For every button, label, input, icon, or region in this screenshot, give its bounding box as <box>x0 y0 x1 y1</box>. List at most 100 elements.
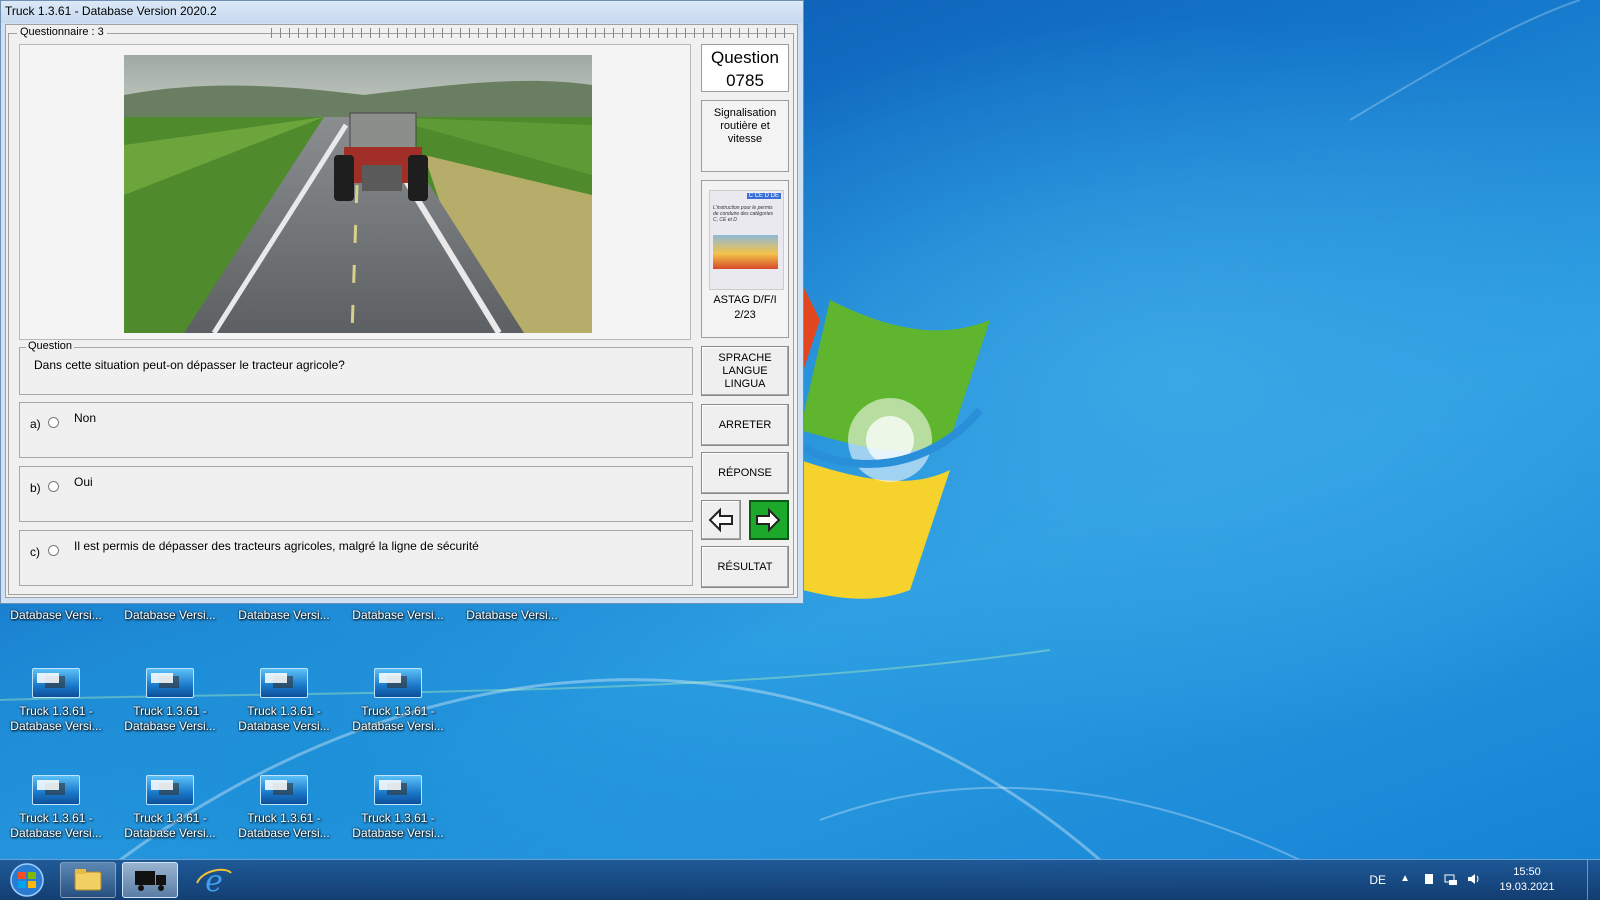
show-desktop-button[interactable] <box>1587 860 1600 900</box>
answer-option[interactable]: b) Oui <box>19 466 693 522</box>
show-hidden-icons-icon[interactable]: ▲ <box>1400 873 1410 884</box>
desktop-icon[interactable]: Truck 1.3.61 - Database Versi... <box>120 668 220 734</box>
desktop-icon[interactable]: Truck 1.3.61 - Database Versi... <box>6 668 106 734</box>
desktop-icon-label: Database Versi... <box>352 826 444 840</box>
answer-option[interactable]: c) Il est permis de dépasser des tracteu… <box>19 530 693 586</box>
desktop-icon-label: Database Versi... <box>352 608 444 622</box>
arrow-left-icon <box>708 507 733 533</box>
truck-app-icon <box>146 775 194 805</box>
desktop-icon-label: Database Versi... <box>466 608 558 622</box>
book-box: C CE D DE L'instruction pour le permis d… <box>701 180 789 338</box>
answer-text: Oui <box>74 475 93 489</box>
folder-icon <box>74 869 102 891</box>
book-cover-badge: C CE D DE <box>746 193 781 199</box>
start-orb-icon[interactable] <box>4 862 50 898</box>
taskbar-browser-button[interactable]: e <box>186 862 242 899</box>
language-indicator[interactable]: DE <box>1369 873 1386 887</box>
book-cover-image: C CE D DE L'instruction pour le permis d… <box>709 190 784 290</box>
truck-app-icon <box>374 775 422 805</box>
desktop-icon-label: Database Versi... <box>238 608 330 622</box>
desktop-icon-label: Database Versi... <box>124 826 216 840</box>
desktop-icon-label: Database Versi... <box>238 719 330 733</box>
result-button[interactable]: RÉSULTAT <box>701 546 789 588</box>
desktop-icon[interactable]: Database Versi... <box>348 608 448 623</box>
desktop-icon-label: Truck 1.3.61 - <box>19 811 93 825</box>
network-icon[interactable] <box>1444 872 1458 886</box>
truck-app-icon <box>146 668 194 698</box>
truck-app-icon <box>260 775 308 805</box>
desktop-icon[interactable]: Truck 1.3.61 - Database Versi... <box>6 775 106 841</box>
progress-ticks <box>271 28 791 38</box>
answer-text: Il est permis de dépasser des tracteurs … <box>74 539 479 553</box>
language-label: SPRACHE <box>718 351 772 364</box>
volume-icon[interactable] <box>1466 872 1480 886</box>
language-label: LANGUE <box>722 364 768 377</box>
answer-radio[interactable] <box>48 417 59 428</box>
questionnaire-label: Questionnaire : 3 <box>17 26 107 38</box>
question-number: 0785 <box>726 71 764 90</box>
internet-explorer-icon: e <box>196 864 232 899</box>
desktop-icon-label: Truck 1.3.61 - <box>361 704 435 718</box>
desktop-icon[interactable]: Truck 1.3.61 - Database Versi... <box>348 775 448 841</box>
desktop-icon-label: Database Versi... <box>10 719 102 733</box>
language-label: LINGUA <box>724 377 766 390</box>
next-question-button[interactable] <box>749 500 789 540</box>
bus-picture <box>713 235 778 269</box>
language-button[interactable]: SPRACHE LANGUE LINGUA <box>701 346 789 396</box>
question-number-box: Question 0785 <box>701 44 789 92</box>
answer-letter: c) <box>30 545 40 559</box>
previous-question-button[interactable] <box>701 500 741 540</box>
desktop-icon-label: Database Versi... <box>238 826 330 840</box>
truck-app-icon <box>374 668 422 698</box>
desktop-icon[interactable]: Database Versi... <box>462 608 562 623</box>
taskbar-truck-app-button[interactable] <box>122 862 178 898</box>
truck-icon <box>135 871 166 891</box>
truck-app-icon <box>32 775 80 805</box>
truck-app-icon <box>260 668 308 698</box>
answer-radio[interactable] <box>48 481 59 492</box>
system-tray: DE ▲ 15:50 19.03.2021 <box>1300 860 1560 900</box>
show-answer-button[interactable]: RÉPONSE <box>701 452 789 494</box>
desktop-icon-label: Database Versi... <box>10 826 102 840</box>
window-client: Questionnaire : 3 Question 0785 Signalis… <box>5 24 798 598</box>
app-window: Truck 1.3.61 - Database Version 2020.2 Q… <box>0 0 804 604</box>
desktop-icon-label: Database Versi... <box>124 719 216 733</box>
question-text: Dans cette situation peut-on dépasser le… <box>34 358 345 372</box>
clock[interactable]: 15:50 19.03.2021 <box>1494 865 1560 895</box>
book-page: 2/23 <box>734 309 756 321</box>
taskbar: e DE ▲ 15:50 19.03.2021 <box>0 859 1600 900</box>
category-line: routière et vitesse <box>720 120 770 145</box>
question-number-label: Question <box>710 48 780 67</box>
answer-text: Non <box>74 411 97 425</box>
desktop-icon[interactable]: Truck 1.3.61 - Database Versi... <box>234 668 334 734</box>
desktop-icon[interactable]: Truck 1.3.61 - Database Versi... <box>234 775 334 841</box>
desktop-icon-label: Truck 1.3.61 - <box>247 704 321 718</box>
stop-button[interactable]: ARRETER <box>701 404 789 446</box>
category-box: Signalisation routière et vitesse <box>701 100 789 172</box>
taskbar-explorer-button[interactable] <box>60 862 116 898</box>
desktop-icon[interactable]: Truck 1.3.61 - Database Versi... <box>120 775 220 841</box>
answer-radio[interactable] <box>48 545 59 556</box>
road-photo-image <box>124 55 592 333</box>
clock-date: 19.03.2021 <box>1499 881 1555 893</box>
desktop-icon[interactable]: Truck 1.3.61 - Database Versi... <box>348 668 448 734</box>
book-title: ASTAG D/F/I <box>713 294 777 306</box>
desktop-icon-label: Truck 1.3.61 - <box>133 811 207 825</box>
questionnaire-group: Questionnaire : 3 Question 0785 Signalis… <box>8 26 794 595</box>
answer-letter: b) <box>30 481 41 495</box>
desktop-icon-label: Truck 1.3.61 - <box>133 704 207 718</box>
desktop-icon-label: Truck 1.3.61 - <box>361 811 435 825</box>
desktop-icon[interactable]: Database Versi... <box>120 608 220 623</box>
question-legend: Question <box>26 340 75 352</box>
desktop-icon[interactable]: Database Versi... <box>234 608 334 623</box>
answer-option[interactable]: a) Non <box>19 402 693 458</box>
desktop-icon[interactable]: Database Versi... <box>6 608 106 623</box>
desktop-icon-label: Truck 1.3.61 - <box>247 811 321 825</box>
window-title[interactable]: Truck 1.3.61 - Database Version 2020.2 <box>1 1 803 23</box>
book-cover-text: L'instruction pour le permis de conduire… <box>713 205 774 223</box>
desktop-icon-label: Database Versi... <box>10 608 102 622</box>
desktop-icon-label: Database Versi... <box>124 608 216 622</box>
desktop-icon-label: Truck 1.3.61 - <box>19 704 93 718</box>
desktop-icon-label: Database Versi... <box>352 719 444 733</box>
device-icon[interactable] <box>1422 872 1436 886</box>
